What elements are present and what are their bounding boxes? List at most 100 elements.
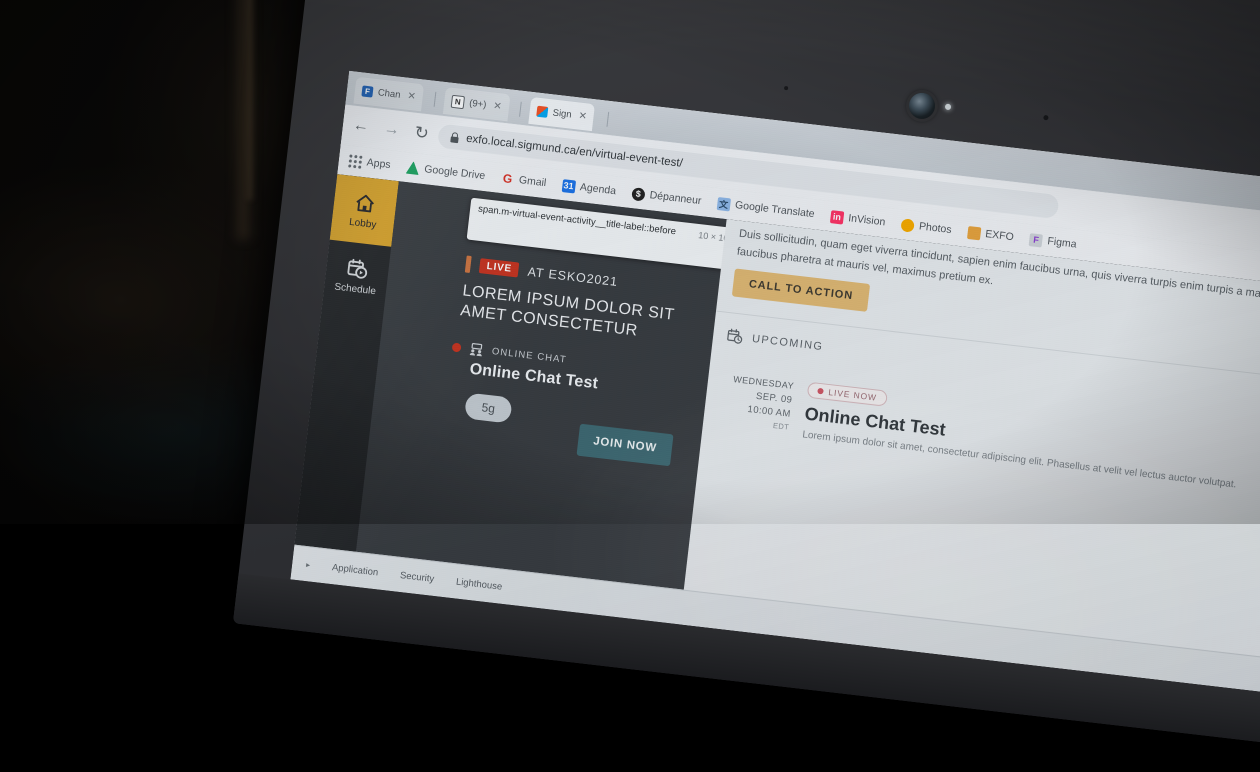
tab-label: Unb — [1001, 70, 1021, 82]
gmail-icon: G — [502, 171, 514, 187]
google-icon: G — [834, 96, 845, 110]
sidebar-item-label: Schedule — [333, 281, 377, 297]
tab-label: Virtu — [670, 79, 691, 93]
tab-label: (9+) — [468, 97, 487, 111]
evernote-icon — [1065, 76, 1078, 89]
devtools-tab-lighthouse[interactable]: Lighthouse — [455, 576, 502, 592]
close-icon[interactable]: ✕ — [969, 112, 979, 124]
doc-icon — [654, 77, 667, 90]
drive-icon — [406, 161, 420, 175]
devtools-tab-security[interactable]: Security — [399, 570, 434, 585]
event-datetime: WEDNESDAY SEP. 09 10:00 AM EDT — [716, 372, 795, 439]
tab-wo[interactable]: Wo ✕ — [1057, 70, 1120, 102]
apps-grid-icon — [348, 153, 363, 169]
bookmark-label: Gmail — [518, 174, 547, 190]
event-title: LOREM IPSUM DOLOR SIT AMET CONSECTETUR — [459, 282, 676, 341]
bookmark-apps[interactable]: Apps — [348, 153, 392, 172]
bookmark-label: InVision — [847, 212, 886, 229]
bookmark-label: Figma — [1046, 235, 1078, 251]
close-icon[interactable]: ✕ — [509, 71, 519, 74]
bracket-icon — [1225, 94, 1239, 108]
close-icon[interactable]: ✕ — [947, 71, 957, 75]
close-icon[interactable]: ✕ — [874, 102, 884, 114]
calendar-clock-icon — [727, 328, 743, 344]
close-icon[interactable]: ✕ — [1180, 90, 1190, 102]
bookmark-depanneur[interactable]: $ Dépanneur — [631, 186, 703, 208]
github-icon — [556, 70, 569, 80]
tab-net[interactable]: Net ✕ — [1134, 76, 1198, 111]
tab-label: Con — [1241, 96, 1260, 110]
close-icon[interactable]: ✕ — [578, 110, 588, 122]
room-wall-highlight — [246, 0, 254, 200]
notion-icon: N — [450, 94, 466, 110]
live-now-badge: LIVE NOW — [806, 381, 888, 407]
bookmark-exfo[interactable]: EXFO — [966, 225, 1015, 244]
bookmark-label: EXFO — [984, 228, 1015, 244]
live-accent-bar — [464, 255, 472, 273]
devtools-tab-application[interactable]: Application — [331, 562, 378, 578]
bookmark-photos[interactable]: Photos — [900, 217, 953, 237]
microsoft-icon — [536, 105, 549, 118]
tab-virtual[interactable]: Virtu ✕ — [646, 70, 714, 103]
close-icon[interactable]: ✕ — [493, 101, 503, 113]
upcoming-event-row[interactable]: WEDNESDAY SEP. 09 10:00 AM EDT LIVE NOW — [716, 372, 1260, 502]
close-icon[interactable]: ✕ — [601, 72, 611, 84]
dot-icon — [1142, 85, 1155, 98]
close-icon[interactable]: ✕ — [1026, 72, 1036, 84]
now-playing-meta: ONLINE CHAT — [451, 341, 567, 367]
live-badge: LIVE — [478, 258, 520, 278]
presenter-icon — [469, 343, 483, 357]
bookmark-invision[interactable]: in InVision — [829, 209, 886, 229]
speaker-chip[interactable]: 5g — [464, 392, 513, 424]
back-icon[interactable]: ← — [352, 117, 370, 137]
event-body: LIVE NOW Online Chat Test Lorem ipsum do… — [802, 381, 1260, 502]
microphone-hole — [1043, 114, 1049, 121]
tab-label: Syste — [938, 108, 964, 123]
live-now-label: LIVE NOW — [827, 387, 878, 403]
tab-con[interactable]: Con ✕ — [1218, 86, 1260, 121]
reload-icon[interactable]: ↻ — [413, 123, 429, 145]
dollar-icon: $ — [631, 186, 646, 202]
bookmark-agenda[interactable]: 31 Agenda — [561, 178, 617, 198]
photos-icon — [900, 217, 915, 233]
expand-icon[interactable]: ▸ — [306, 560, 311, 569]
bookmark-figma[interactable]: F Figma — [1028, 232, 1078, 251]
tab-wind[interactable]: G wind ✕ — [735, 78, 804, 113]
sidebar-item-schedule[interactable]: Schedule — [322, 240, 391, 313]
webcam-indicator-led — [944, 103, 952, 111]
bookmark-google-drive[interactable]: Google Drive — [406, 161, 486, 183]
call-to-action-button[interactable]: CALL TO ACTION — [731, 268, 871, 312]
tab-label: Men — [922, 71, 942, 73]
tab-label: Pull r — [572, 70, 596, 83]
webcam-icon — [907, 91, 937, 121]
tab-unb[interactable]: Unb ✕ — [977, 70, 1044, 93]
join-now-button[interactable]: JOIN NOW — [576, 423, 674, 467]
bookmark-google-translate[interactable]: 文 Google Translate — [716, 196, 816, 221]
forward-icon[interactable]: → — [383, 120, 401, 140]
exfo-icon — [966, 225, 982, 240]
bookmark-label: Photos — [918, 220, 953, 237]
tab-mult[interactable]: G Mult ✕ — [825, 88, 892, 123]
bookmark-label: Apps — [366, 156, 392, 172]
flipgrid-icon: F — [361, 85, 374, 98]
close-icon[interactable]: ✕ — [1102, 81, 1112, 93]
live-event-name: AT ESKO2021 — [526, 264, 619, 289]
bookmark-label: Dépanneur — [649, 189, 703, 208]
now-playing-kicker: ONLINE CHAT — [491, 346, 568, 366]
live-dot-icon — [817, 387, 824, 395]
close-icon[interactable]: ✕ — [696, 82, 706, 94]
tab-label: Sign — [552, 107, 573, 121]
tab-pull-request[interactable]: Pull r ✕ — [549, 70, 619, 93]
tab-close-only[interactable]: ✕ — [499, 70, 527, 83]
close-icon[interactable]: ✕ — [407, 91, 417, 103]
bookmark-label: Agenda — [579, 181, 617, 198]
sidebar-item-lobby[interactable]: Lobby — [329, 174, 399, 247]
bookmark-label: Google Drive — [423, 163, 486, 183]
tab-men[interactable]: Men ✕ — [898, 70, 965, 84]
now-playing-title: Online Chat Test — [468, 360, 599, 393]
close-icon[interactable]: ✕ — [786, 92, 796, 104]
upcoming-label: UPCOMING — [751, 332, 825, 353]
bookmark-gmail[interactable]: G Gmail — [500, 171, 547, 190]
invision-icon: in — [829, 209, 845, 225]
tab-label: Mult — [849, 98, 869, 112]
